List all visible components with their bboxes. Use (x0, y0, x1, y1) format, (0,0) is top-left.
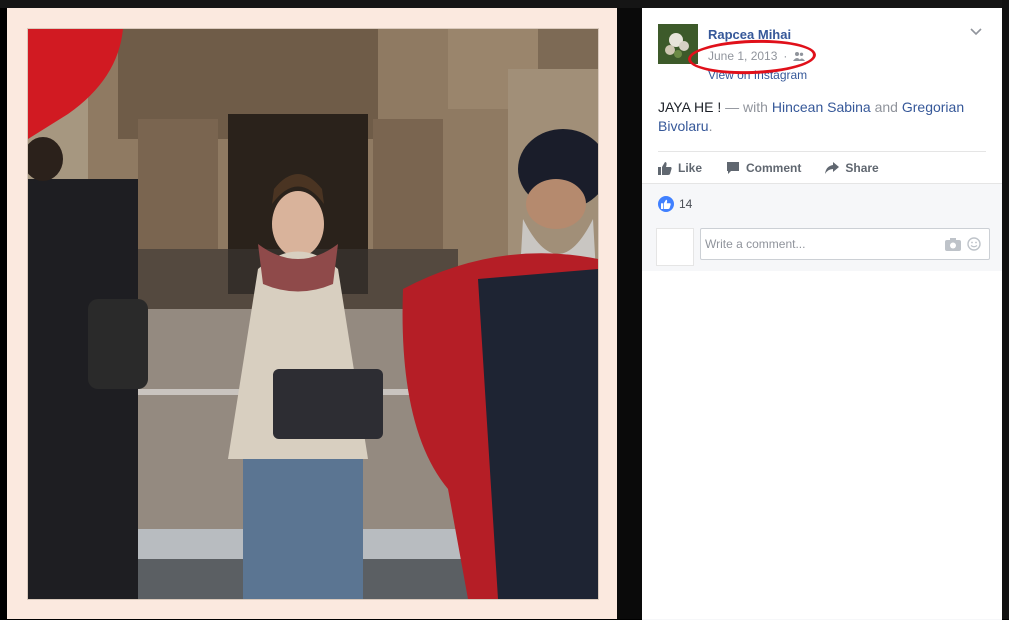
caption-end: . (708, 118, 713, 134)
like-label: Like (678, 161, 703, 175)
share-label: Share (845, 161, 879, 175)
comment-icon (727, 162, 740, 174)
post-photo[interactable] (27, 28, 599, 600)
author-name[interactable]: Rapcea Mihai (708, 27, 791, 42)
action-bar: Like Comment Share (658, 151, 986, 184)
share-icon (825, 162, 840, 174)
separator-dot: · (783, 49, 788, 63)
divider (617, 8, 642, 619)
author-avatar[interactable] (658, 24, 698, 64)
post-meta: June 1, 2013 · (708, 49, 806, 63)
comment-box[interactable] (700, 228, 990, 260)
thumbs-up-icon (658, 162, 672, 175)
conjunction: and (874, 99, 898, 115)
comment-input[interactable] (701, 236, 927, 252)
like-button[interactable]: Like (658, 161, 702, 175)
photo-scene (28, 29, 598, 599)
chevron-down-icon[interactable] (970, 28, 982, 36)
comment-label: Comment (746, 161, 802, 175)
right-edge (1002, 0, 1009, 619)
comment-composer (656, 228, 990, 266)
tagged-person-1[interactable]: Hincean Sabina (772, 99, 871, 115)
post-sidebar: Rapcea Mihai June 1, 2013 · View on Inst… (642, 8, 1002, 620)
post-date[interactable]: June 1, 2013 (708, 49, 777, 63)
caption-text: JAYA HE ! (658, 99, 722, 115)
view-on-instagram-link[interactable]: View on Instagram (708, 68, 807, 82)
emoji-icon[interactable] (967, 237, 981, 251)
viewer-avatar (656, 228, 694, 266)
comment-button[interactable]: Comment (726, 161, 801, 175)
friends-icon[interactable] (793, 51, 806, 61)
sidebar-empty-area (642, 271, 1002, 619)
like-reaction-icon (658, 196, 674, 212)
post-caption: JAYA HE ! — with Hincean Sabina and Greg… (658, 98, 988, 136)
like-summary[interactable]: 14 (658, 196, 692, 212)
share-button[interactable]: Share (825, 161, 879, 175)
top-bar (0, 0, 1009, 8)
with-prefix: — with (725, 99, 768, 115)
camera-icon[interactable] (945, 238, 961, 251)
like-count: 14 (679, 197, 693, 211)
photo-viewer (7, 8, 617, 619)
